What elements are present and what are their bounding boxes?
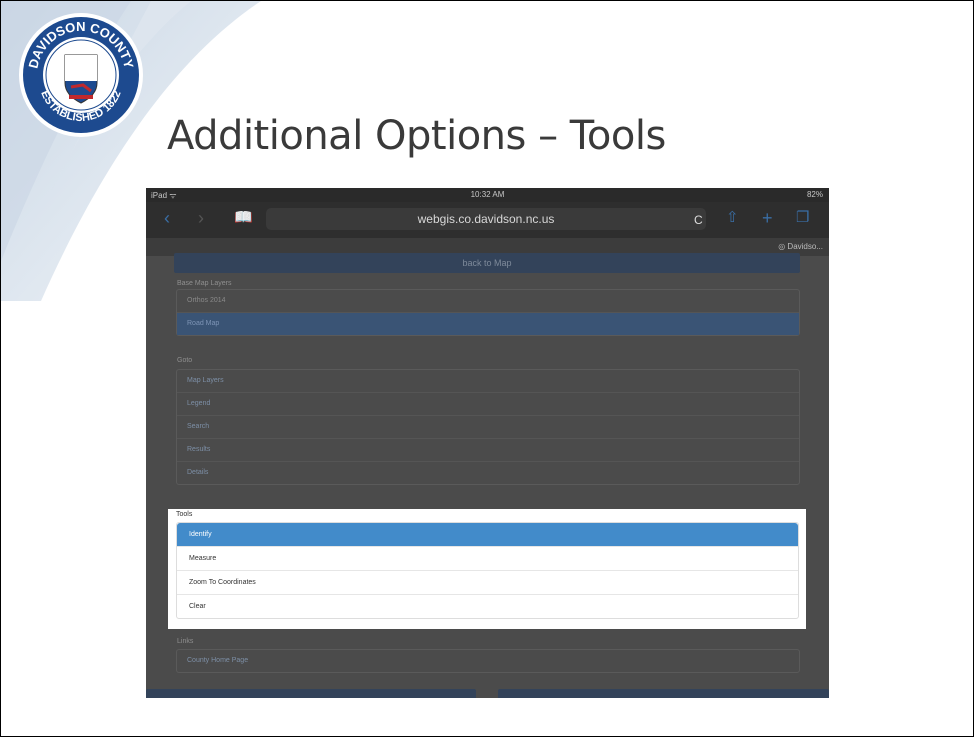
goto-item-results[interactable]: Results (177, 439, 799, 462)
tabs-overview-icon[interactable]: ❐ (796, 208, 809, 228)
tab-davidson[interactable]: ◎ Davidso... (778, 242, 823, 251)
tab-label: Davidso... (787, 242, 823, 251)
new-tab-plus-icon[interactable]: + (762, 208, 773, 228)
tools-list: Identify Measure Zoom To Coordinates Cle… (176, 522, 799, 619)
list-item-road-map[interactable]: Road Map (177, 313, 799, 335)
links-label: Links (177, 638, 194, 645)
bottom-left-button[interactable] (146, 689, 476, 698)
tool-item-measure[interactable]: Measure (177, 547, 798, 571)
safari-toolbar: ‹ › 📖 webgis.co.davidson.nc.us C ⇧ + ❐ (146, 202, 829, 238)
slide-title: Additional Options – Tools (167, 113, 666, 159)
goto-item-details[interactable]: Details (177, 462, 799, 484)
goto-item-search[interactable]: Search (177, 416, 799, 439)
reload-icon[interactable]: C (694, 210, 703, 230)
tools-label: Tools (176, 511, 193, 518)
address-bar[interactable]: webgis.co.davidson.nc.us (266, 208, 706, 230)
goto-list: Map Layers Legend Search Results Details (176, 369, 800, 485)
carrier-indicator: iPad ᯤ (151, 191, 177, 200)
slide: DAVIDSON COUNTY ESTABLISHED 1822 Additio… (0, 0, 974, 737)
davidson-county-seal-logo: DAVIDSON COUNTY ESTABLISHED 1822 (19, 13, 143, 137)
bookmarks-book-icon[interactable]: 📖 (234, 208, 253, 228)
tools-highlight-panel: Tools Identify Measure Zoom To Coordinat… (168, 509, 806, 629)
menu-content-dimmed: back to Map Base Map Layers Orthos 2014 … (146, 253, 829, 698)
base-map-layers-label: Base Map Layers (177, 280, 232, 287)
link-item-county-home-page[interactable]: County Home Page (177, 650, 799, 672)
list-item-orthos-2014[interactable]: Orthos 2014 (177, 290, 799, 313)
status-time: 10:32 AM (470, 190, 505, 199)
goto-item-map-layers[interactable]: Map Layers (177, 370, 799, 393)
tool-item-zoom-to-coordinates[interactable]: Zoom To Coordinates (177, 571, 798, 595)
battery-indicator: 82% (806, 190, 823, 199)
tool-item-identify[interactable]: Identify (177, 523, 798, 547)
tool-item-clear[interactable]: Clear (177, 595, 798, 618)
forward-chevron-icon[interactable]: › (198, 208, 204, 228)
bottom-right-button[interactable] (498, 689, 829, 698)
links-list: County Home Page (176, 649, 800, 673)
share-icon[interactable]: ⇧ (726, 208, 739, 228)
back-to-map-button[interactable]: back to Map (174, 253, 800, 273)
ios-status-bar: iPad ᯤ 10:32 AM 82% (146, 188, 829, 202)
base-map-layers-list: Orthos 2014 Road Map (176, 289, 800, 336)
goto-item-legend[interactable]: Legend (177, 393, 799, 416)
back-chevron-icon[interactable]: ‹ (164, 208, 170, 228)
goto-label: Goto (177, 357, 193, 364)
